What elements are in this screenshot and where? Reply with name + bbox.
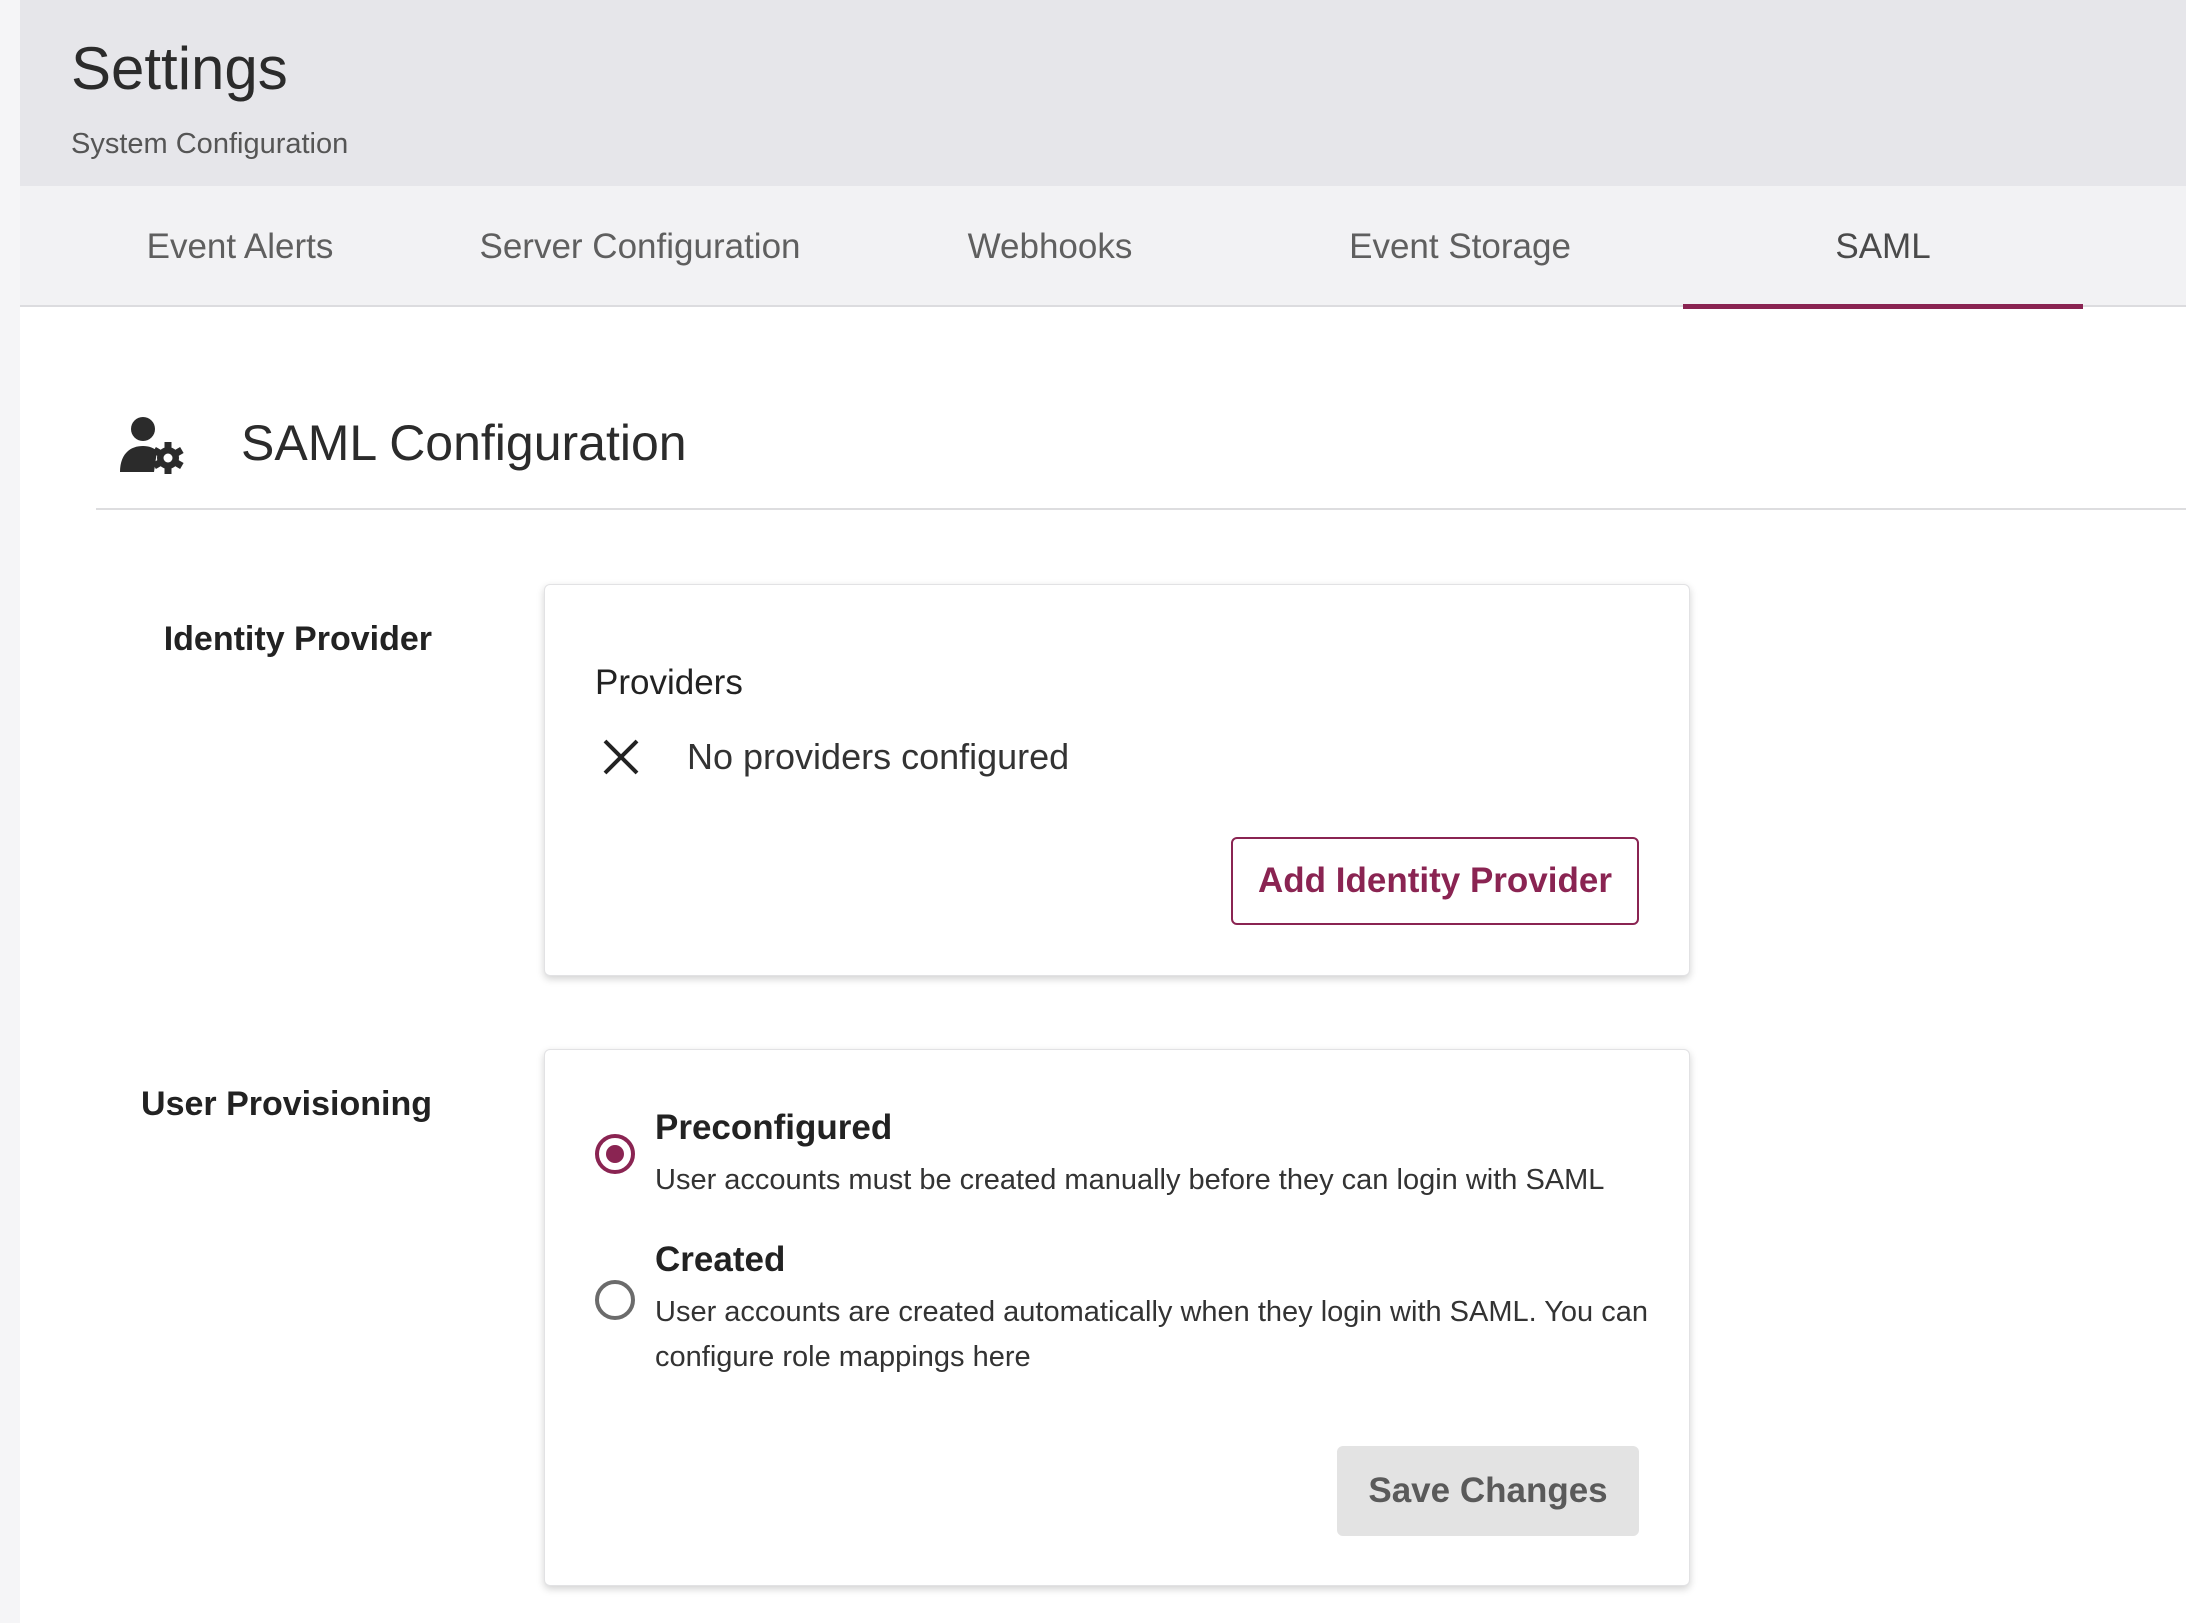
user-provisioning-label: User Provisioning	[141, 1085, 432, 1123]
preconfigured-title: Preconfigured	[655, 1108, 893, 1147]
tab-webhooks[interactable]: Webhooks	[880, 186, 1220, 307]
page-subtitle: System Configuration	[71, 128, 349, 160]
created-radio[interactable]	[595, 1280, 635, 1320]
tab-server-configuration[interactable]: Server Configuration	[420, 186, 860, 307]
section-title: SAML Configuration	[241, 415, 687, 471]
user-provisioning-card: Preconfigured User accounts must be crea…	[544, 1049, 1690, 1586]
created-title: Created	[655, 1240, 786, 1279]
created-description: User accounts are created automatically …	[655, 1296, 1648, 1373]
preconfigured-radio[interactable]	[595, 1134, 635, 1174]
identity-provider-label: Identity Provider	[163, 620, 432, 658]
identity-provider-card: Providers No providers configured Add Id…	[544, 584, 1690, 976]
tab-label: Server Configuration	[479, 226, 801, 266]
tab-label: SAML	[1835, 226, 1931, 266]
empty-providers-row: No providers configured	[601, 735, 1069, 779]
empty-providers-message: No providers configured	[687, 736, 1070, 777]
tab-event-alerts[interactable]: Event Alerts	[75, 186, 405, 307]
close-icon	[603, 739, 639, 775]
tab-label: Event Alerts	[146, 226, 334, 266]
tab-label: Event Storage	[1349, 226, 1571, 266]
page-header: Settings System Configuration	[20, 0, 2186, 186]
tab-label: Webhooks	[967, 226, 1133, 266]
preconfigured-option[interactable]: Preconfigured User accounts must be crea…	[595, 1108, 1655, 1218]
settings-tabs: Event Alerts Server Configuration Webhoo…	[20, 186, 2186, 309]
created-option[interactable]: Created User accounts are created automa…	[595, 1240, 1655, 1390]
page-title: Settings	[71, 35, 288, 102]
settings-app: Settings System Configuration Event Aler…	[20, 0, 2186, 1623]
tab-event-storage[interactable]: Event Storage	[1260, 186, 1660, 307]
add-identity-provider-button[interactable]: Add Identity Provider	[1231, 837, 1639, 925]
preconfigured-description: User accounts must be created manually b…	[655, 1164, 1605, 1196]
providers-title: Providers	[595, 663, 743, 702]
user-gear-icon	[120, 417, 184, 474]
save-changes-button[interactable]: Save Changes	[1337, 1446, 1639, 1536]
active-tab-indicator	[1683, 304, 2083, 309]
saml-section-header: SAML Configuration	[96, 404, 2186, 510]
tab-saml[interactable]: SAML	[1683, 186, 2083, 309]
